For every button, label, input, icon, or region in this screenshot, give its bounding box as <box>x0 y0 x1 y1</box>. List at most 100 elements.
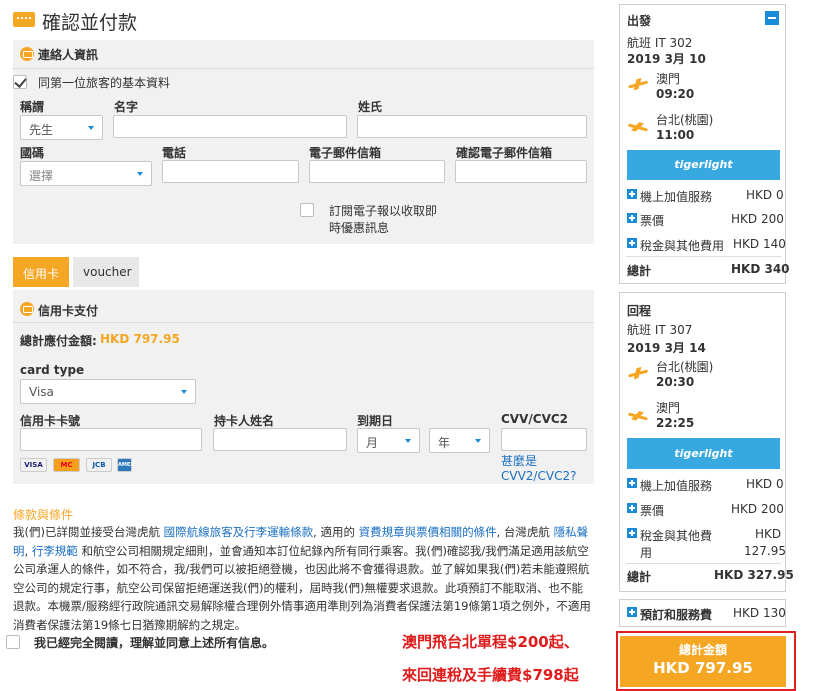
country-code-placeholder: 選擇 <box>29 169 54 183</box>
expand-icon[interactable] <box>627 238 637 248</box>
chevron-down-icon <box>88 126 94 130</box>
country-code-label: 國碼 <box>20 146 45 160</box>
expand-icon[interactable] <box>627 478 637 488</box>
card-type-select[interactable]: Visa <box>20 379 196 404</box>
fare-rules-link[interactable]: 資費規章與票價相關的條件 <box>359 525 497 539</box>
booking-fee-value: HKD 130 <box>733 606 786 620</box>
ticket-icon <box>13 12 35 27</box>
newsletter-checkbox[interactable] <box>300 203 314 217</box>
inbound-tax-value-1: HKD <box>755 527 782 541</box>
cvv-help-link-2[interactable]: CVV2/CVC2? <box>501 469 576 483</box>
card-number-field[interactable] <box>20 428 202 451</box>
inbound-fare-value: HKD 200 <box>731 502 784 516</box>
last-name-label: 姓氏 <box>358 100 383 114</box>
confirm-email-field[interactable] <box>455 160 587 183</box>
same-as-first-label: 同第一位旅客的基本資料 <box>38 76 171 90</box>
outbound-arr-time: 11:00 <box>656 128 695 142</box>
terms-text-2: , 適用的 <box>313 525 359 539</box>
terms-text-4: , <box>24 543 32 558</box>
outbound-date: 2019 3月 10 <box>627 52 706 66</box>
outbound-services-label: 機上加值服務 <box>640 190 713 204</box>
terms-text-3: , 台灣虎航 <box>496 525 554 539</box>
month-placeholder: 月 <box>366 436 379 450</box>
inbound-total-value: HKD 327.95 <box>714 568 794 582</box>
inbound-flight: 航班 IT 307 <box>627 323 693 337</box>
inbound-dep-time: 20:30 <box>656 375 695 389</box>
card-type-label: card type <box>20 363 85 377</box>
last-name-field[interactable] <box>357 115 587 138</box>
email-field[interactable] <box>309 160 445 183</box>
same-as-first-checkbox[interactable] <box>13 75 27 89</box>
tab-credit-card[interactable]: 信用卡 <box>13 257 69 287</box>
confirm-email-label: 確認電子郵件信箱 <box>456 146 553 160</box>
expand-icon[interactable] <box>627 607 637 617</box>
title-label: 稱謂 <box>20 100 45 114</box>
total-due-label: 總計應付金額: <box>20 334 97 348</box>
expiry-month-select[interactable]: 月 <box>357 428 420 453</box>
email-label: 電子郵件信箱 <box>309 146 382 160</box>
mastercard-icon: MC <box>53 458 80 472</box>
jcb-card-icon: JCB <box>86 458 112 472</box>
inbound-services-label: 機上加值服務 <box>640 479 713 493</box>
card-holder-field[interactable] <box>213 428 347 451</box>
agree-checkbox[interactable] <box>6 635 20 649</box>
cvv-help-link-1[interactable]: 甚麼是 <box>501 452 537 469</box>
first-name-field[interactable] <box>113 115 347 138</box>
collapse-icon[interactable] <box>765 11 779 25</box>
outbound-total-label: 總計 <box>627 264 652 278</box>
expiry-year-select[interactable]: 年 <box>429 428 490 453</box>
promo-line-2: 來回連稅及手續費$798起 <box>402 666 579 684</box>
outbound-tax-label: 稅金與其他費用 <box>640 239 725 253</box>
terms-text-5: 和航空公司相關規定細則，並會通知本訂位紀錄內所有同行乘客。我(們)確認我/我們滿… <box>13 543 591 632</box>
cvv-field[interactable] <box>501 428 587 451</box>
outbound-from: 澳門 <box>656 72 681 86</box>
country-code-select[interactable]: 選擇 <box>20 161 152 186</box>
title-select[interactable]: 先生 <box>20 115 103 140</box>
card-holder-label: 持卡人姓名 <box>214 414 275 428</box>
outbound-flight: 航班 IT 302 <box>627 36 693 50</box>
phone-field[interactable] <box>162 160 299 183</box>
card-number-label: 信用卡卡號 <box>20 414 81 428</box>
outbound-title: 出發 <box>627 14 652 28</box>
divider <box>12 322 594 323</box>
baggage-link[interactable]: 行李規範 <box>32 544 78 558</box>
expand-icon[interactable] <box>627 213 637 223</box>
divider <box>626 563 781 564</box>
divider <box>12 68 594 69</box>
chevron-down-icon <box>475 439 481 443</box>
phone-label: 電話 <box>162 146 187 160</box>
chevron-down-icon <box>137 172 143 176</box>
inbound-tax-label-1: 稅金與其他費 <box>640 529 713 543</box>
card-section-title: 信用卡支付 <box>38 304 99 318</box>
tab-voucher[interactable]: voucher <box>73 257 139 287</box>
outbound-fare-value: HKD 200 <box>731 212 784 226</box>
newsletter-label-2: 時優惠訊息 <box>329 221 390 235</box>
inbound-to: 澳門 <box>656 401 681 415</box>
expand-icon[interactable] <box>627 503 637 513</box>
outbound-fare-label: 票價 <box>640 214 665 228</box>
divider <box>626 256 781 257</box>
outbound-services-value: HKD 0 <box>746 188 784 202</box>
carriage-terms-link[interactable]: 國際航線旅客及行李運輸條款 <box>164 525 314 539</box>
grand-total-value: HKD 797.95 <box>653 659 753 677</box>
agree-label: 我已經完全閱讀，理解並同意上述所有信息。 <box>34 636 275 650</box>
terms-text: 我(們)已詳閱並接受台灣虎航 國際航線旅客及行李運輸條款, 適用的 資費規章與票… <box>13 523 594 634</box>
inbound-tax-value-2: 127.95 <box>744 544 786 558</box>
contact-section-title: 連絡人資訊 <box>38 48 99 62</box>
promo-line-1: 澳門飛台北單程$200起、 <box>402 633 579 651</box>
chevron-down-icon <box>181 390 187 394</box>
expiry-label: 到期日 <box>357 414 394 428</box>
section-icon <box>20 302 34 316</box>
first-name-label: 名字 <box>114 100 139 114</box>
amex-card-icon: AMEX <box>117 458 134 472</box>
inbound-tax-label-2: 用 <box>640 546 653 560</box>
inbound-arr-time: 22:25 <box>656 416 695 430</box>
visa-card-icon: VISA <box>20 458 47 472</box>
title-select-value: 先生 <box>29 123 54 137</box>
expand-icon[interactable] <box>627 528 637 538</box>
expand-icon[interactable] <box>627 189 637 199</box>
inbound-from: 台北(桃園) <box>656 360 714 374</box>
terms-text-1: 我(們)已詳閱並接受台灣虎航 <box>13 525 164 539</box>
terms-title: 條款與條件 <box>13 508 74 522</box>
outbound-total-value: HKD 340 <box>731 262 790 276</box>
